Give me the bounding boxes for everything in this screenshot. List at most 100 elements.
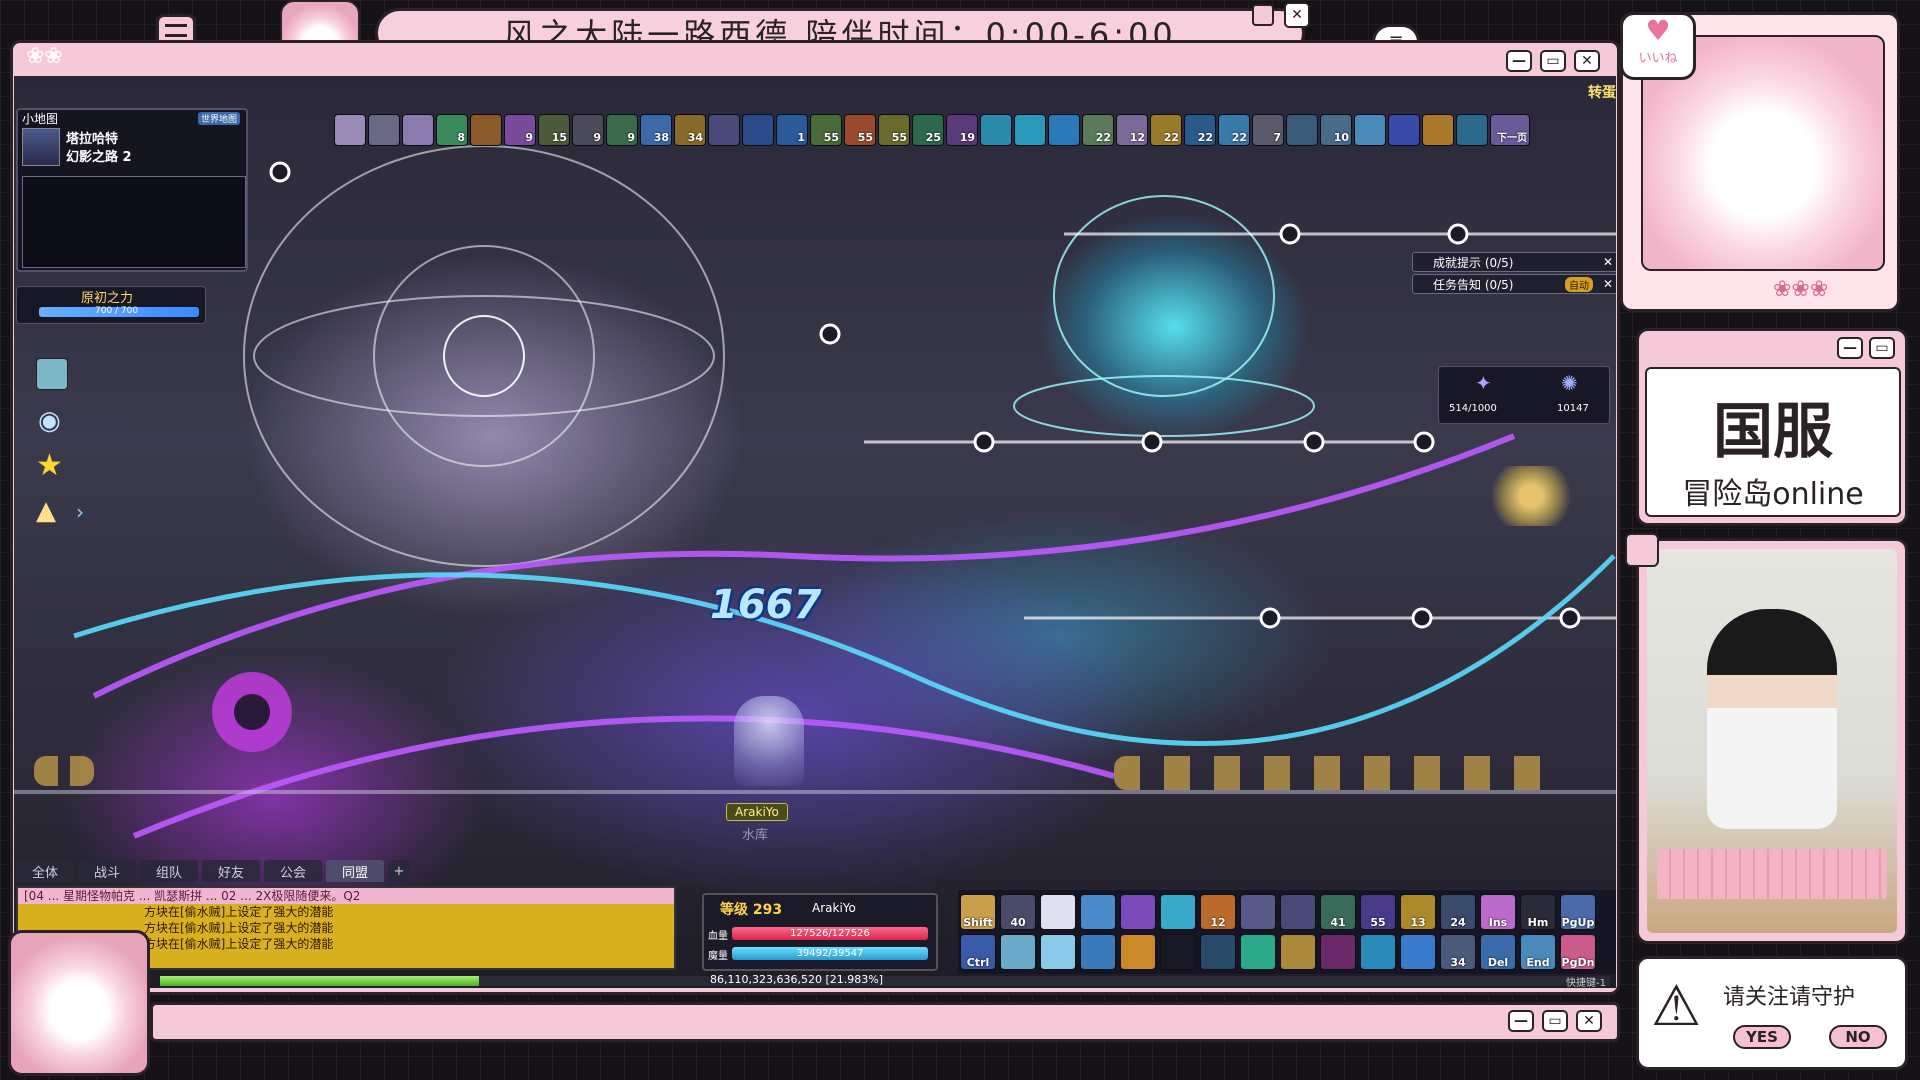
skill-slot[interactable]: 12 (1200, 894, 1236, 930)
game-close-button[interactable]: ✕ (1574, 50, 1600, 72)
chat-tab-add[interactable]: + (388, 860, 410, 882)
emblem-icon[interactable] (1484, 466, 1578, 526)
skill-slot[interactable]: PgUp (1560, 894, 1596, 930)
skill-slot[interactable]: 40 (1000, 894, 1036, 930)
buff-icon[interactable]: 1 (776, 114, 808, 146)
buff-icon[interactable] (1286, 114, 1318, 146)
buff-icon[interactable] (470, 114, 502, 146)
bottom-close-button[interactable]: ✕ (1576, 1010, 1602, 1032)
auto-badge[interactable]: 自动 (1565, 276, 1593, 292)
buff-icon[interactable]: 55 (844, 114, 876, 146)
buff-icon[interactable]: 25 (912, 114, 944, 146)
buff-icon[interactable]: 38 (640, 114, 672, 146)
skill-slot[interactable]: 41 (1320, 894, 1356, 930)
skill-slot[interactable] (1200, 934, 1236, 970)
skill-slot[interactable]: 24 (1440, 894, 1476, 930)
game-viewport[interactable]: 8 9 15 9 9 38 34 1 55 55 55 25 19 22 12 … (14, 76, 1616, 988)
skill-slot[interactable] (1360, 934, 1396, 970)
chat-tab-friends[interactable]: 好友 (202, 860, 260, 882)
buff-icon[interactable]: 22 (1150, 114, 1182, 146)
event-icon[interactable]: ▲ (36, 496, 56, 526)
buff-icon[interactable] (1014, 114, 1046, 146)
chat-tab-party[interactable]: 组队 (140, 860, 198, 882)
buff-icon[interactable]: 55 (810, 114, 842, 146)
game-minimize-button[interactable]: — (1506, 50, 1532, 72)
lightbulb-icon[interactable]: ◉ (38, 406, 61, 436)
calendar-icon[interactable] (36, 358, 68, 390)
quest-helper-notice[interactable]: 任务告知 (0/5) 自动 ✕ (1412, 274, 1616, 294)
buff-icon[interactable]: 12 (1116, 114, 1148, 146)
buff-icon[interactable]: 9 (504, 114, 536, 146)
game-maximize-button[interactable]: ▭ (1540, 50, 1566, 72)
server-maximize-button[interactable]: ▭ (1869, 337, 1895, 359)
buff-icon[interactable] (1422, 114, 1454, 146)
skill-slot[interactable] (1160, 894, 1196, 930)
skill-slot[interactable]: Hm (1520, 894, 1556, 930)
skill-slot[interactable] (1120, 894, 1156, 930)
close-icon[interactable]: ✕ (1603, 277, 1613, 291)
buff-icon[interactable]: 22 (1082, 114, 1114, 146)
chat-tab-battle[interactable]: 战斗 (78, 860, 136, 882)
buff-icon[interactable]: 19 (946, 114, 978, 146)
minimap[interactable]: 小地图 世界地图 塔拉哈特 幻影之路 2 (16, 108, 248, 272)
skill-slot[interactable]: Del (1480, 934, 1516, 970)
buff-icon[interactable] (1354, 114, 1386, 146)
skill-slot[interactable]: 13 (1400, 894, 1436, 930)
event-counter-panel[interactable]: ✦ ✺ 514/1000 10147 (1438, 366, 1610, 424)
buff-next-page[interactable]: 下一页 (1490, 114, 1530, 146)
skill-slot[interactable] (1000, 934, 1036, 970)
buff-icon[interactable]: 34 (674, 114, 706, 146)
skill-slot[interactable]: PgDn (1560, 934, 1596, 970)
world-map-button[interactable]: 世界地图 (197, 112, 240, 125)
bottom-maximize-button[interactable]: ▭ (1542, 1010, 1568, 1032)
buff-icon[interactable] (742, 114, 774, 146)
chat-tab-alliance[interactable]: 同盟 (326, 860, 384, 882)
skill-slot[interactable] (1400, 934, 1436, 970)
buff-icon[interactable] (980, 114, 1012, 146)
close-icon[interactable]: ✕ (1603, 255, 1613, 269)
skill-slot[interactable]: End (1520, 934, 1556, 970)
skill-slot[interactable]: 55 (1360, 894, 1396, 930)
skill-slot[interactable] (1160, 934, 1196, 970)
skill-slot[interactable] (1280, 934, 1316, 970)
buff-icon[interactable] (1388, 114, 1420, 146)
server-minimize-button[interactable]: — (1837, 337, 1863, 359)
minimap-view[interactable] (22, 176, 246, 268)
quest-helper-achievement[interactable]: 成就提示 (0/5) ✕ (1412, 252, 1616, 272)
skill-slot[interactable]: 34 (1440, 934, 1476, 970)
skill-slot[interactable]: Shift (960, 894, 996, 930)
skill-slot[interactable] (1080, 934, 1116, 970)
buff-icon[interactable]: 7 (1252, 114, 1284, 146)
buff-icon[interactable]: 8 (436, 114, 468, 146)
skill-slot[interactable] (1280, 894, 1316, 930)
skill-slot[interactable] (1120, 934, 1156, 970)
bottom-minimize-button[interactable]: — (1508, 1010, 1534, 1032)
chevron-right-icon[interactable]: › (76, 500, 84, 524)
skill-slot[interactable] (1080, 894, 1116, 930)
buff-icon[interactable] (708, 114, 740, 146)
buff-icon[interactable]: 22 (1184, 114, 1216, 146)
chat-tab-guild[interactable]: 公会 (264, 860, 322, 882)
gacha-tag[interactable]: 转蛋 (1588, 82, 1616, 102)
skill-slot[interactable]: Ctrl (960, 934, 996, 970)
buff-icon[interactable] (402, 114, 434, 146)
buff-icon[interactable] (368, 114, 400, 146)
skill-slot[interactable] (1320, 934, 1356, 970)
star-icon[interactable]: ★ (36, 448, 63, 483)
skill-slot[interactable]: Ins (1480, 894, 1516, 930)
yes-button[interactable]: YES (1733, 1025, 1791, 1049)
buff-icon[interactable]: 9 (572, 114, 604, 146)
buff-icon[interactable]: 55 (878, 114, 910, 146)
chat-tab-all[interactable]: 全体 (16, 860, 74, 882)
skill-slot[interactable] (1240, 894, 1276, 930)
like-badge[interactable]: ♥ いいね (1620, 12, 1696, 80)
buff-icon[interactable] (334, 114, 366, 146)
buff-icon[interactable]: 10 (1320, 114, 1352, 146)
buff-icon[interactable] (1456, 114, 1488, 146)
title-close-button[interactable]: ✕ (1284, 2, 1310, 28)
buff-icon[interactable]: 22 (1218, 114, 1250, 146)
buff-icon[interactable]: 15 (538, 114, 570, 146)
skill-slot[interactable] (1040, 894, 1076, 930)
skill-slot[interactable] (1240, 934, 1276, 970)
no-button[interactable]: NO (1829, 1025, 1887, 1049)
